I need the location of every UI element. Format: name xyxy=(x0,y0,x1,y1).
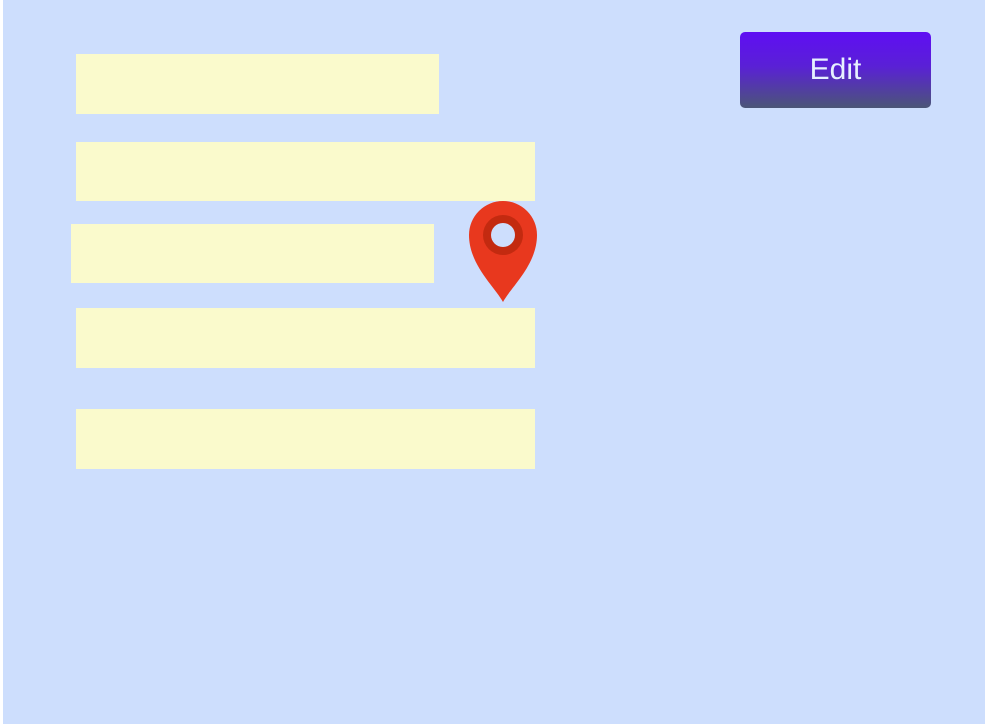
map-pin-icon xyxy=(469,201,537,303)
placeholder-bar xyxy=(76,308,535,368)
placeholder-bar xyxy=(76,409,535,469)
placeholder-bar xyxy=(71,224,434,283)
placeholder-bar xyxy=(76,54,439,114)
edit-button[interactable]: Edit xyxy=(740,32,931,108)
content-canvas: Edit xyxy=(3,0,985,724)
placeholder-bar xyxy=(76,142,535,201)
